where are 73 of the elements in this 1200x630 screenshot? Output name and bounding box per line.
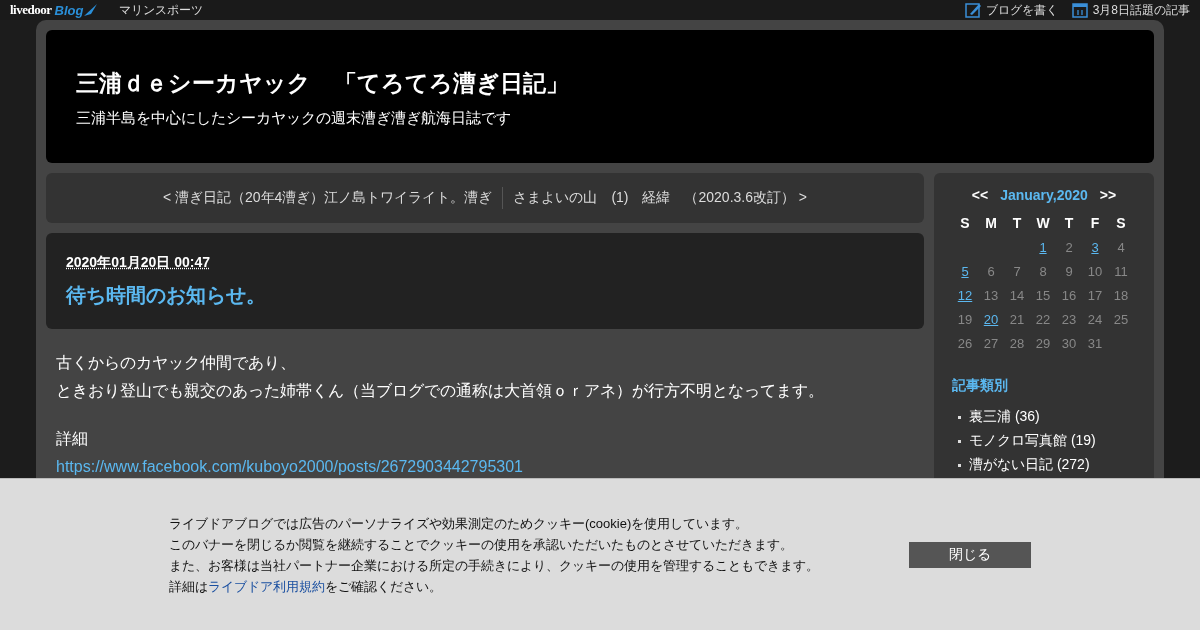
calendar-day: 18 <box>1113 287 1129 303</box>
facebook-link[interactable]: https://www.facebook.com/kuboyo2000/posts/2672903442795301 <box>56 453 523 481</box>
body-text: 詳細 <box>56 429 88 449</box>
bullet-icon <box>958 439 961 443</box>
calendar-day-link[interactable]: 5 <box>961 263 969 279</box>
calendar-day: 22 <box>1035 311 1051 327</box>
calendar-day: 28 <box>1009 335 1025 351</box>
calendar-day: 13 <box>983 287 999 303</box>
next-article-link[interactable]: さまよいの山 (1) 経緯 （2020.3.6改訂） > <box>513 189 808 207</box>
cookie-notice-text: ライブドアブログでは広告のパーソナライズや効果測定のためクッキー(cookie)を使用しています。 <box>169 514 749 533</box>
calendar-day: 14 <box>1009 287 1025 303</box>
calendar-day: 31 <box>1087 335 1103 351</box>
calendar-day: 8 <box>1039 263 1047 279</box>
previous-article-link[interactable]: < 漕ぎ日記（20年4漕ぎ）江ノ島トワイライト。漕ぎ <box>162 189 493 207</box>
calendar-day: 25 <box>1113 311 1129 327</box>
terms-link[interactable]: ライブドア利用規約 <box>208 578 325 594</box>
bullet-icon <box>958 463 961 467</box>
pencil-icon <box>964 2 981 18</box>
article-date[interactable]: 2020年01月20日 00:47 <box>66 254 210 272</box>
category-link[interactable]: 裏三浦 (36) <box>969 408 1040 426</box>
top-link[interactable]: ブログを書く <box>964 1 1058 19</box>
calendar-day: 6 <box>987 263 995 279</box>
category-heading: 記事類別 <box>952 377 1008 395</box>
calendar-month: January,2020 <box>1000 187 1088 203</box>
blog-category[interactable]: マリンスポーツ <box>119 1 204 19</box>
calendar-day: 17 <box>1087 287 1103 303</box>
calendar-day: 9 <box>1065 263 1073 279</box>
cookie-notice-text: 詳細は <box>169 578 208 594</box>
calendar-day: 4 <box>1117 239 1125 255</box>
weekday-label: S <box>960 215 970 231</box>
calendar-day: 23 <box>1061 311 1077 327</box>
close-button[interactable]: 閉じる <box>909 541 1031 568</box>
calendar-day: 29 <box>1035 335 1051 351</box>
calendar-day: 11 <box>1114 263 1128 279</box>
weekday-label: T <box>1012 215 1022 231</box>
calendar-day: 30 <box>1061 335 1077 351</box>
weekday-label: F <box>1090 215 1100 231</box>
calendar-icon <box>1071 2 1088 18</box>
weekday-label: S <box>1116 215 1126 231</box>
calendar-day: 10 <box>1087 263 1103 279</box>
calendar-day: 16 <box>1061 287 1077 303</box>
article-title[interactable]: 待ち時間のお知らせ。 <box>66 282 266 309</box>
weekday-label: M <box>985 215 997 231</box>
body-text: 古くからのカヤック仲間であり、 <box>56 353 296 373</box>
category-link[interactable]: 漕がない日記 (272) <box>969 456 1090 474</box>
body-text: ときおり登山でも親交のあった姉帯くん（当ブログでの通称は大首領ｏｒアネ）が行方不明となってます。 <box>56 381 824 401</box>
category-link[interactable]: モノクロ写真館 (19) <box>969 432 1096 450</box>
calendar-day-link[interactable]: 3 <box>1091 239 1099 255</box>
calendar-day: 2 <box>1065 239 1073 255</box>
calendar-day: 27 <box>983 335 999 351</box>
blog-description: 三浦半島を中心にしたシーカヤックの週末漕ぎ漕ぎ航海日誌です <box>76 109 511 128</box>
calendar-day-link[interactable]: 20 <box>983 311 999 327</box>
cookie-notice-text: をご確認ください。 <box>325 578 442 594</box>
calendar-day: 7 <box>1013 263 1021 279</box>
calendar-day-link[interactable]: 1 <box>1039 239 1047 255</box>
top-link-label: ブログを書く <box>985 1 1058 19</box>
cookie-notice-text: また、お客様は当社パートナー企業における所定の手続きにより、クッキーの使用を管理することもできます。 <box>169 556 819 575</box>
calendar-day-link[interactable]: 12 <box>957 287 973 303</box>
calendar-day: 24 <box>1087 311 1103 327</box>
calendar-day: 19 <box>957 311 973 327</box>
cookie-notice-text: このバナーを閉じるか閲覧を継続することでクッキーの使用を承認いただいたものとさせていただきます。 <box>169 535 793 554</box>
calendar-day: 15 <box>1035 287 1051 303</box>
weekday-label: T <box>1064 215 1074 231</box>
weekday-label: W <box>1036 215 1050 231</box>
bullet-icon <box>958 415 961 419</box>
top-link-label: 3月8日話題の記事 <box>1092 1 1190 19</box>
top-link[interactable]: 3月8日話題の記事 <box>1071 1 1190 19</box>
next-month-link[interactable]: >> <box>1099 187 1117 203</box>
calendar-day: 21 <box>1009 311 1025 327</box>
blog-title[interactable]: 三浦ｄｅシーカヤック 「てろてろ漕ぎ日記」 <box>76 68 569 99</box>
site-logo[interactable]: livedoor Blog <box>10 2 98 18</box>
previous-month-link[interactable]: << <box>971 187 989 203</box>
calendar-day: 26 <box>957 335 973 351</box>
